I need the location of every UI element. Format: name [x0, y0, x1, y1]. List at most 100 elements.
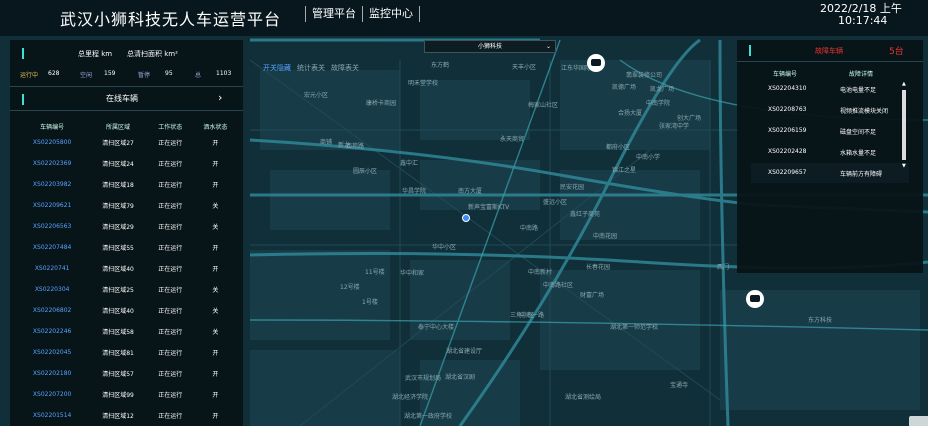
location-dot-icon[interactable] [462, 214, 470, 222]
work-status-cell: 正在运行 [158, 392, 183, 399]
sprinkler-status-cell: 开 [212, 245, 219, 252]
fault-vehicle-id: XS02209657 [768, 169, 807, 176]
chevron-right-icon[interactable]: › [218, 91, 222, 104]
table-row[interactable]: XS02206802 清扫区域40 正在运行 关 [16, 300, 238, 321]
fault-scrollbar[interactable]: ▲ ▼ [901, 81, 907, 171]
vehicle-id-cell[interactable]: XS0220304 [16, 279, 88, 300]
map-label: 1号楼 [362, 299, 378, 306]
table-row[interactable]: XS02202180 清扫区域57 正在运行 开 [16, 363, 238, 384]
vehicle-id-cell[interactable]: XS02201514 [16, 405, 88, 426]
map-label: 凯龙广场 [650, 86, 675, 93]
vehicle-id-cell[interactable]: XS02202246 [16, 321, 88, 342]
fault-detail: 磁盘空间不足 [840, 129, 877, 136]
column-header[interactable]: 车辆编号 [16, 120, 88, 132]
car-marker-icon[interactable] [746, 290, 764, 308]
total-label: 总 [195, 72, 202, 79]
table-row[interactable]: XS02202246 清扫区域58 正在运行 关 [16, 321, 238, 342]
work-status-cell: 正在运行 [158, 266, 183, 273]
table-row[interactable]: XS02202045 清扫区域81 正在运行 开 [16, 342, 238, 363]
sprinkler-status-cell: 开 [212, 392, 219, 399]
sprinkler-status-cell: 开 [212, 350, 219, 357]
fault-row[interactable]: XS02206159 磁盘空间不足 [751, 121, 909, 141]
vehicle-id-cell[interactable]: XS02205800 [16, 132, 88, 153]
fault-row[interactable]: XS02209657 车辆前方有障碍 [751, 163, 909, 183]
column-header[interactable]: 工作状态 [148, 120, 193, 132]
map-label: 张家湾中学 [659, 123, 690, 130]
table-row[interactable]: XS02203982 清扫区域18 正在运行 开 [16, 174, 238, 195]
column-header[interactable]: 故障详情 [849, 69, 873, 78]
scroll-down-icon[interactable]: ▼ [902, 163, 906, 169]
company-select[interactable]: 小狮科技 ⌄ [424, 40, 556, 53]
work-status-cell: 正在运行 [158, 308, 183, 315]
map-label: 12号楼 [340, 284, 360, 291]
sprinkler-status-cell: 开 [212, 266, 219, 273]
fault-vehicle-id: XS02206159 [768, 127, 807, 134]
map-label: 永天商贸 [500, 136, 525, 143]
car-marker-icon[interactable] [587, 54, 605, 72]
vehicle-id-cell[interactable]: XS02207484 [16, 237, 88, 258]
vehicle-id-cell[interactable]: XS02209621 [16, 195, 88, 216]
sprinkler-status-cell: 开 [212, 161, 219, 168]
fault-row[interactable]: XS02202428 水箱水量不足 [751, 142, 909, 162]
table-row[interactable]: XS0220741 清扫区域40 正在运行 开 [16, 258, 238, 279]
fault-vehicle-id: XS02202428 [768, 148, 807, 155]
column-header[interactable]: 车辆编号 [773, 69, 797, 78]
map-label: 东方鹤 [431, 62, 450, 69]
map-label: 湖北第一师范学校 [610, 324, 659, 331]
online-vehicles-table: 车辆编号 所属区域 工作状态 洒水状态 XS02205800 清扫区域27 正在运行… [16, 120, 238, 426]
map-label: 中南路社区 [543, 282, 574, 289]
area-cell: 清扫区域57 [102, 371, 134, 378]
vehicle-id-cell[interactable]: XS02206802 [16, 300, 88, 321]
nav-monitor[interactable]: 监控中心 [362, 6, 420, 22]
column-header[interactable]: 所属区域 [88, 120, 147, 132]
table-row[interactable]: XS02209621 清扫区域79 正在运行 关 [16, 195, 238, 216]
vehicle-id-cell[interactable]: XS02206563 [16, 216, 88, 237]
vehicle-id-cell[interactable]: XS02203982 [16, 174, 88, 195]
map-label: 11号楼 [365, 269, 385, 276]
column-header[interactable]: 洒水状态 [193, 120, 238, 132]
scroll-up-icon[interactable]: ▲ [902, 81, 906, 87]
sprinkler-status-cell: 开 [212, 182, 219, 189]
online-vehicles-header[interactable]: 在线车辆 › [10, 90, 243, 108]
vehicle-id-cell[interactable]: XS0220741 [16, 258, 88, 279]
paused-label: 暂停 [138, 72, 151, 79]
table-row[interactable]: XS0220304 清扫区域25 正在运行 关 [16, 279, 238, 300]
table-row[interactable]: XS02207484 清扫区域55 正在运行 开 [16, 237, 238, 258]
work-status-cell: 正在运行 [158, 287, 183, 294]
nav-admin[interactable]: 管理平台 [305, 6, 362, 22]
map-corner-button[interactable] [909, 416, 928, 426]
table-row[interactable]: XS02205800 清扫区域27 正在运行 开 [16, 132, 238, 153]
area-cell: 清扫区域24 [102, 161, 134, 168]
map-label: 锦江之星 [612, 167, 637, 174]
vehicle-id-cell[interactable]: XS02202369 [16, 153, 88, 174]
table-row[interactable]: XS02207200 清扫区域99 正在运行 开 [16, 384, 238, 405]
toggle-stats-button[interactable]: 统计表关 [297, 63, 325, 73]
toggle-hide-button[interactable]: 开关隐藏 [263, 63, 291, 73]
area-cell: 清扫区域79 [102, 203, 134, 210]
fault-row[interactable]: XS02208763 视频推流模块关闭 [751, 100, 909, 120]
table-row[interactable]: XS02201514 清扫区域12 正在运行 开 [16, 405, 238, 426]
map-label: 湖北省汉剧 [445, 374, 476, 381]
fault-row[interactable]: XS02204310 电池电量不足 [751, 79, 909, 99]
map-label: 中南小学 [636, 154, 661, 161]
table-row[interactable]: XS02202369 清扫区域24 正在运行 开 [16, 153, 238, 174]
map-label: 商铺 [320, 139, 333, 146]
scroll-thumb[interactable] [902, 90, 906, 160]
idle-value: 159 [104, 70, 116, 77]
idle-label: 空闲 [80, 72, 93, 79]
section-accent-bar [22, 48, 24, 59]
vehicle-id-cell[interactable]: XS02202180 [16, 363, 88, 384]
table-row[interactable]: XS02206563 清扫区域29 正在运行 关 [16, 216, 238, 237]
vehicle-id-cell[interactable]: XS02202045 [16, 342, 88, 363]
fault-vehicle-id: XS02208763 [768, 106, 807, 113]
area-cell: 清扫区域40 [102, 308, 134, 315]
divider [737, 61, 923, 62]
map-label: 创大广场 [677, 115, 702, 122]
app-title: 武汉小狮科技无人车运营平台 [60, 10, 282, 29]
vehicle-id-cell[interactable]: XS02207200 [16, 384, 88, 405]
work-status-cell: 正在运行 [158, 371, 183, 378]
toggle-faults-button[interactable]: 故障表关 [331, 63, 359, 73]
area-cell: 清扫区域12 [102, 413, 134, 420]
area-cell: 清扫区域18 [102, 182, 134, 189]
sprinkler-status-cell: 关 [212, 203, 219, 210]
